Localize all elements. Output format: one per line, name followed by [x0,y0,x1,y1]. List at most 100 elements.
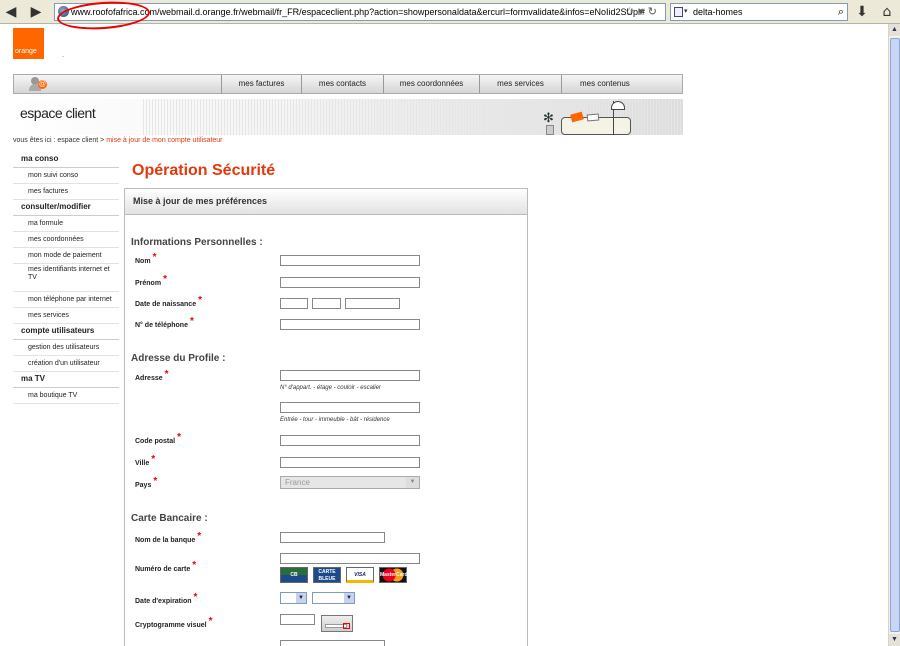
birth-month-field[interactable] [312,298,341,309]
required-asterisk: * [208,616,213,627]
ville-field[interactable] [280,457,420,468]
required-asterisk: * [177,432,181,443]
pays-select[interactable]: France ▼ [280,476,420,489]
web-page: orange . @ mes factures mes contacts mes… [0,24,888,646]
section-personal: Informations Personnelles : [131,237,263,248]
label-banque: Nom de la banque * [135,531,202,544]
sidebar-item-coordonnees[interactable]: mes coordonnées [13,232,119,248]
search-engine-dropdown-icon[interactable]: ▾ [684,4,688,20]
nom-field[interactable] [280,255,420,266]
label-pays: Pays * [135,476,158,489]
header-dot: . [62,50,65,59]
required-asterisk: * [197,531,202,542]
bookmark-star-icon[interactable]: ☆▾↻ [624,4,661,20]
sidebar-item-gestion-utilisateurs[interactable]: gestion des utilisateurs [13,340,119,356]
required-asterisk: * [193,592,198,603]
orange-logo-text: orange [15,48,37,55]
user-mail-icon[interactable]: @ [29,77,47,91]
lamp-icon [611,101,633,135]
address-line1-field[interactable] [280,370,420,381]
chevron-down-icon: ▼ [344,593,354,603]
sidebar: ma conso mon suivi conso mes factures co… [13,152,119,404]
forward-arrow-icon[interactable]: ▶ [27,3,45,21]
cryptogram-field[interactable] [280,614,315,625]
chevron-down-icon: ▼ [406,477,419,488]
back-arrow-icon[interactable]: ◀ [2,3,20,21]
address-hint-2: Entrée - tour - immeuble - bât - résiden… [280,417,390,423]
plant-icon: ✻ [543,111,557,135]
required-asterisk: * [163,274,167,285]
label-ville: Ville * [135,454,156,467]
sidebar-item-factures[interactable]: mes factures [13,184,119,200]
sidebar-item-telephone[interactable]: mon téléphone par internet [13,292,119,308]
sidebar-head-ma-conso[interactable]: ma conso [13,152,119,168]
sidebar-item-paiement[interactable]: mon mode de paiement [13,248,119,264]
section-address: Adresse du Profile : [131,353,226,364]
address-line2-field[interactable] [280,402,420,413]
cb-card-icon: CB [280,567,308,583]
section-card: Carte Bancaire : [131,513,208,524]
label-naissance: Date de naissance * [135,295,202,308]
sidebar-head-compte[interactable]: compte utilisateurs [13,324,119,340]
cushion-icon [586,113,600,122]
label-prenom: Prénom * [135,274,167,287]
required-asterisk: * [189,316,194,327]
expiration-month-select[interactable]: ▼ [280,592,307,604]
label-telephone: N° de téléphone * [135,316,194,329]
cvv-card-icon [321,615,353,632]
sidebar-head-ma-tv[interactable]: ma TV [13,372,119,388]
banner-title: espace client [20,105,96,121]
menu-mes-contacts[interactable]: mes contacts [301,75,383,93]
sidebar-item-creation-utilisateur[interactable]: création d'un utilisateur [13,356,119,372]
required-asterisk: * [151,454,156,465]
menu-mes-contenus[interactable]: mes contenus [561,75,683,93]
label-expiration: Date d'expiration * [135,592,198,605]
prenom-field[interactable] [280,277,420,288]
menu-mes-coordonnees[interactable]: mes coordonnées [383,75,479,93]
top-menu: @ mes factures mes contacts mes coordonn… [13,74,683,94]
label-code-postal: Code postal * [135,432,181,445]
label-numero-carte: Numéro de carte * [135,560,197,573]
label-crypto: Cryptogramme visuel * [135,616,213,629]
banque-field[interactable] [280,532,385,543]
search-icon[interactable]: ⌕ [838,4,844,20]
sidebar-item-identifiants[interactable]: mes identifiants internet et TV [13,264,119,292]
scroll-down-icon[interactable]: ▼ [889,634,900,646]
vertical-scrollbar[interactable]: ▲ ▼ [888,24,900,646]
espace-client-banner: espace client ✻ [13,99,683,135]
address-hint-1: N° d'appart. - étage - couloir - escalie… [280,385,381,391]
birth-day-field[interactable] [280,298,308,309]
menu-mes-services[interactable]: mes services [479,75,561,93]
search-input-value: delta-homes [693,7,743,17]
label-nom: Nom * [135,252,157,265]
breadcrumb-path[interactable]: vous êtes ici : espace client > [13,137,106,144]
expiration-year-select[interactable]: ▼ [312,592,355,604]
menu-mes-factures[interactable]: mes factures [221,75,301,93]
home-icon[interactable]: ⌂ [878,3,896,21]
breadcrumb: vous êtes ici : espace client > mise à j… [13,137,223,144]
required-asterisk: * [164,369,169,380]
telephone-field[interactable] [280,319,420,330]
sidebar-item-suivi-conso[interactable]: mon suivi conso [13,168,119,184]
search-box[interactable]: ▾ delta-homes ⌕ [670,3,848,21]
download-arrow-icon[interactable]: ⬇ [853,3,871,21]
card-number-field[interactable] [280,553,420,564]
page-title: Opération Sécurité [132,162,276,179]
next-field[interactable] [280,640,385,646]
sidebar-item-services[interactable]: mes services [13,308,119,324]
code-postal-field[interactable] [280,435,420,446]
sidebar-item-boutique-tv[interactable]: ma boutique TV [13,388,119,404]
sidebar-head-consulter[interactable]: consulter/modifier [13,200,119,216]
sidebar-item-formule[interactable]: ma formule [13,216,119,232]
living-room-illustration: ✻ [533,101,643,135]
birth-year-field[interactable] [345,298,400,309]
orange-logo[interactable]: orange [13,28,44,59]
search-engine-icon[interactable] [674,7,683,17]
scroll-up-icon[interactable]: ▲ [889,24,900,36]
required-asterisk: * [192,560,197,571]
form-header: Mise à jour de mes préférences [125,189,527,215]
address-bar-url: www.roofofafrica.com/webmail.d.orange.fr… [71,7,646,17]
breadcrumb-current: mise à jour de mon compte utilisateur [106,137,223,144]
scrollbar-thumb[interactable] [890,38,900,632]
required-asterisk: * [153,476,158,487]
